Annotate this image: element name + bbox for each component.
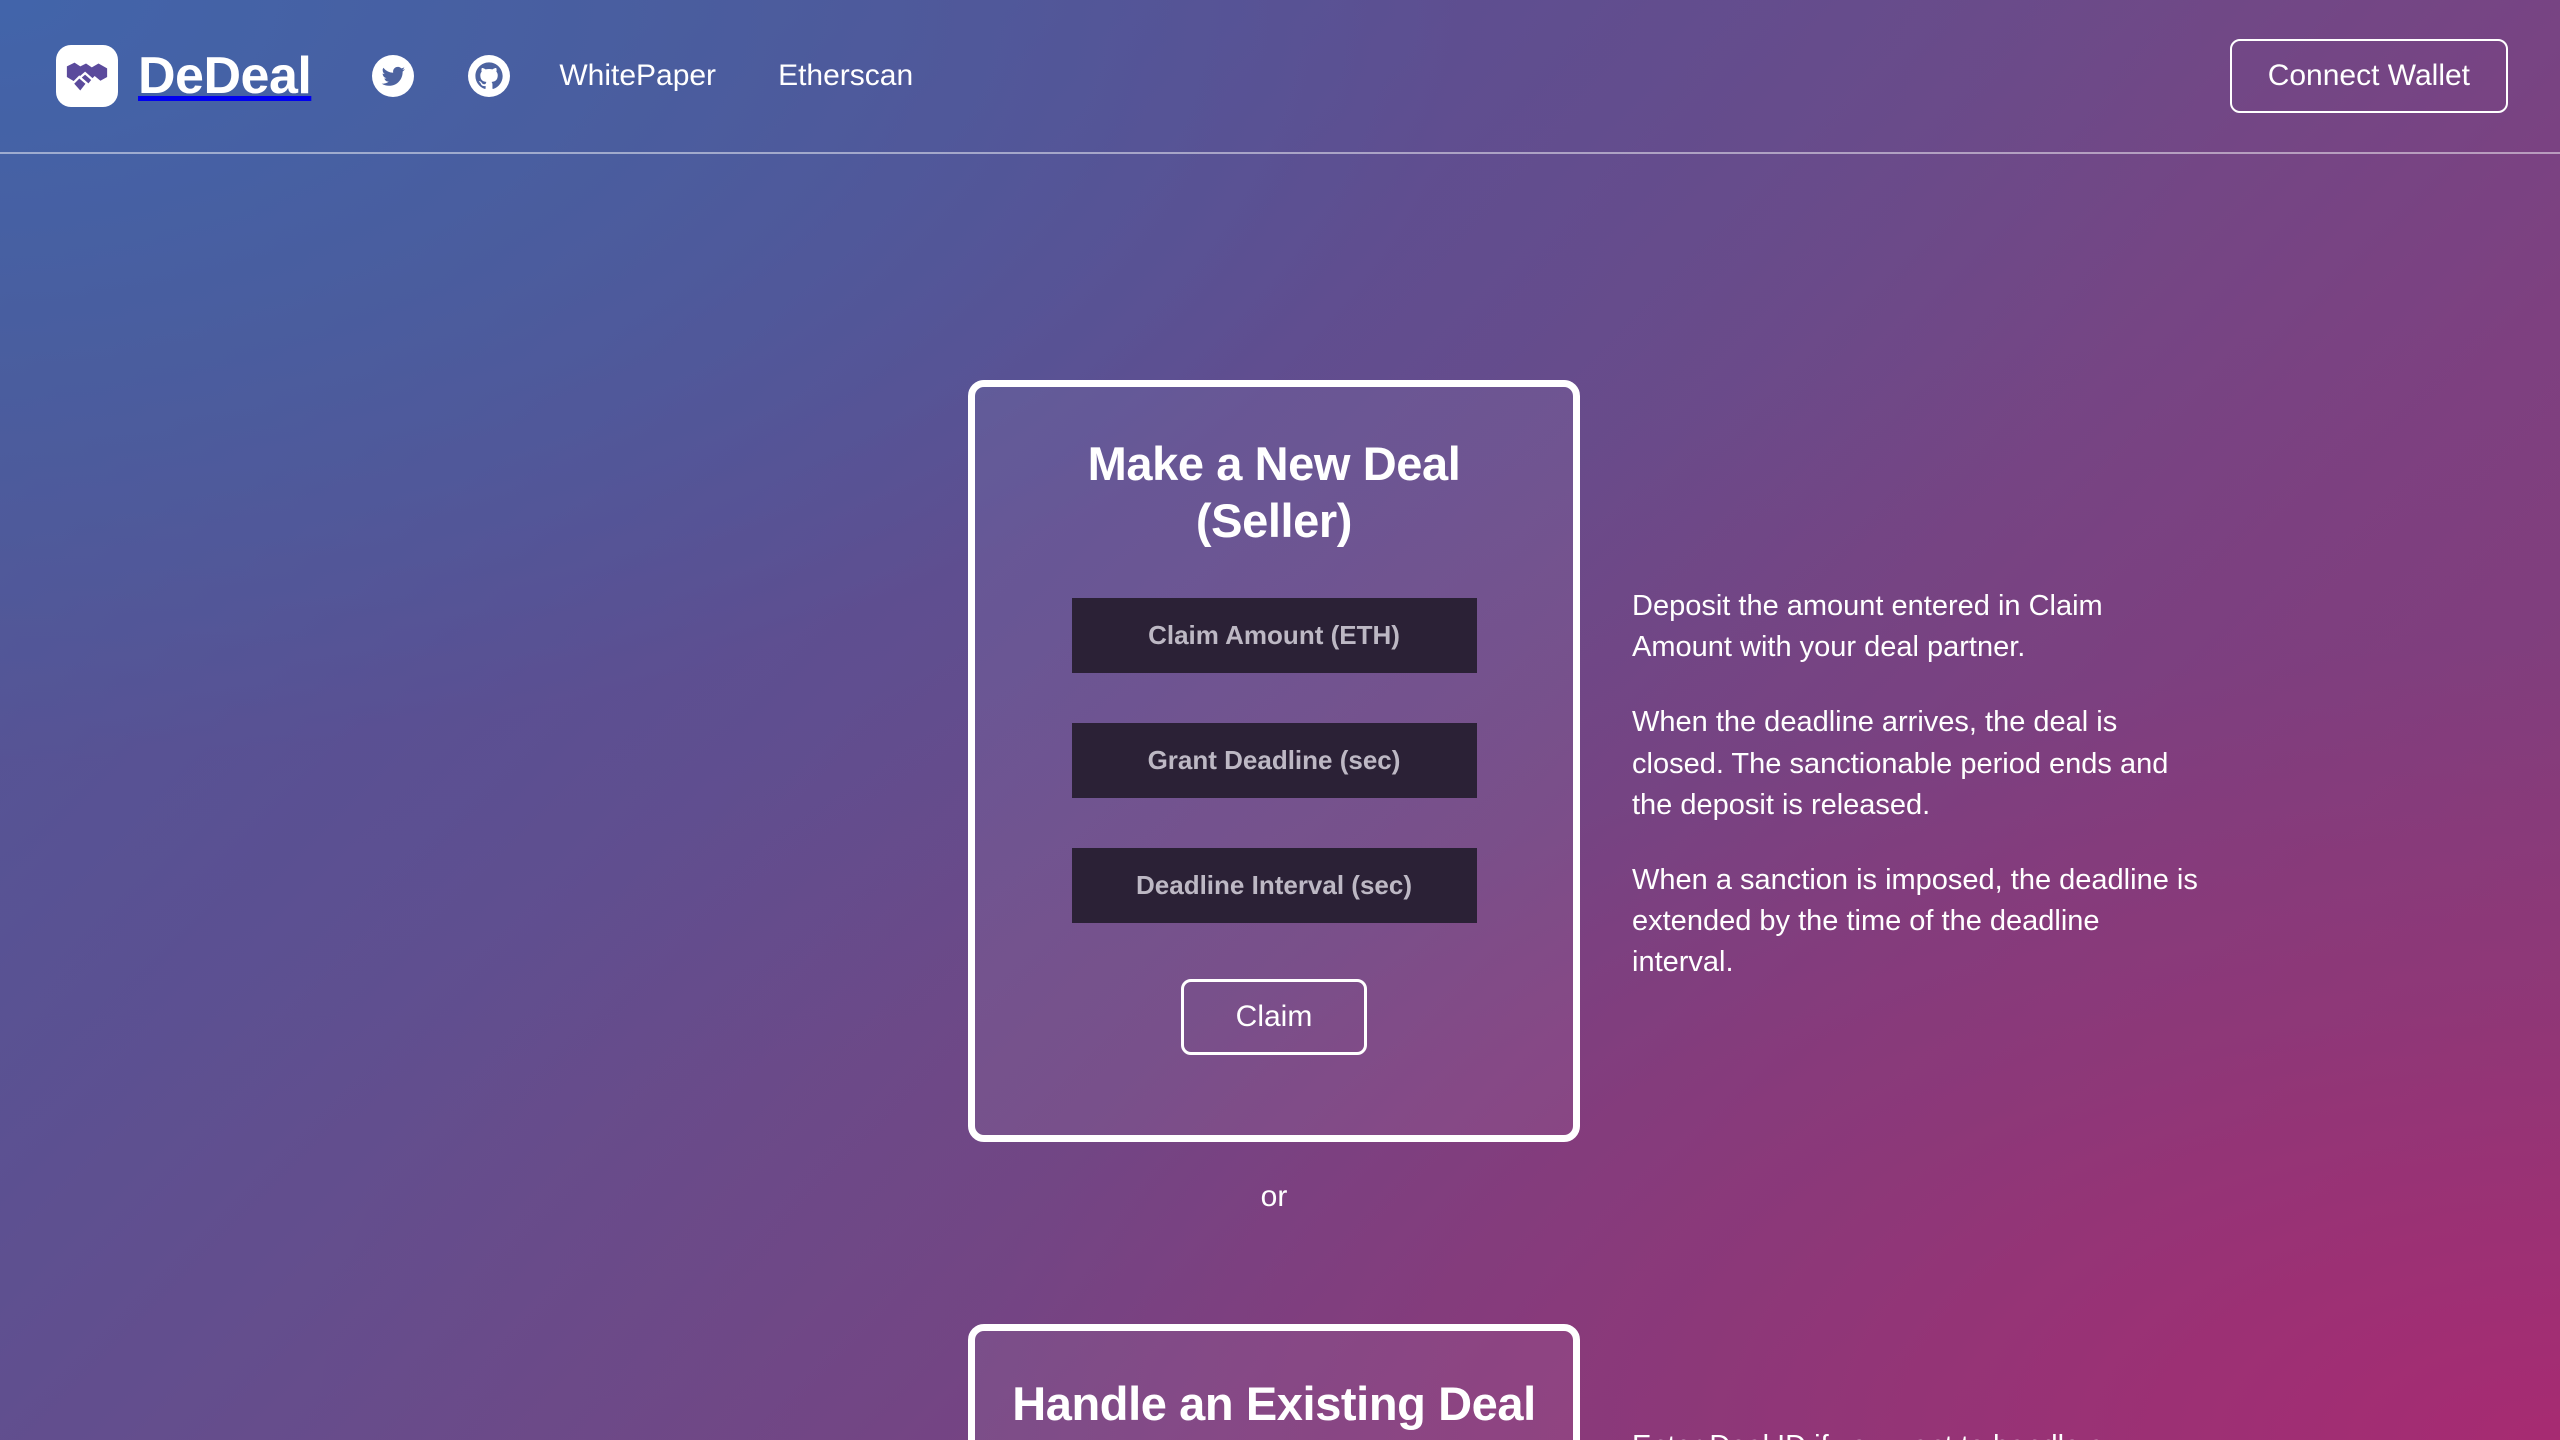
brand-logo-link[interactable]: DeDeal (56, 45, 312, 107)
new-deal-description-p1: Deposit the amount entered in Claim Amou… (1632, 590, 2103, 664)
new-deal-description-p2: When the deadline arrives, the deal is c… (1632, 706, 2169, 821)
claim-button[interactable]: Claim (1180, 978, 1368, 1055)
github-icon[interactable] (467, 54, 511, 98)
brand-name: DeDeal (138, 47, 312, 105)
new-deal-title-line2: (Seller) (1195, 494, 1353, 548)
claim-amount-input[interactable] (1071, 597, 1477, 673)
handshake-icon (56, 45, 118, 107)
new-deal-description: Deposit the amount entered in Claim Amou… (1632, 586, 2200, 983)
existing-deal-card: Handle an Existing Deal (968, 1324, 1580, 1440)
existing-deal-description: Enter Deal ID if you want to handle a ex… (1632, 1426, 2200, 1440)
new-deal-card: Make a New Deal (Seller) Claim (968, 380, 1580, 1142)
main-nav: WhitePaper Etherscan (559, 59, 913, 93)
nav-link-whitepaper[interactable]: WhitePaper (559, 59, 716, 93)
new-deal-description-p3: When a sanction is imposed, the deadline… (1632, 863, 2198, 979)
social-links (371, 54, 511, 98)
or-divider-label: or (1260, 1180, 1288, 1213)
app-root: DeDeal WhitePaper Etherscan Connect Wall… (0, 0, 2560, 1440)
grant-deadline-input[interactable] (1071, 722, 1477, 798)
nav-link-etherscan[interactable]: Etherscan (778, 59, 913, 93)
existing-deal-description-p1: Enter Deal ID if you want to handle a ex… (1632, 1426, 2200, 1440)
new-deal-section: Make a New Deal (Seller) Claim Deposit t… (0, 154, 2560, 1142)
top-navigation-bar: DeDeal WhitePaper Etherscan Connect Wall… (0, 0, 2560, 154)
new-deal-title: Make a New Deal (Seller) (1088, 435, 1461, 550)
main-content: Make a New Deal (Seller) Claim Deposit t… (0, 154, 2560, 1440)
connect-wallet-button[interactable]: Connect Wallet (2229, 39, 2508, 113)
existing-deal-title: Handle an Existing Deal (1012, 1377, 1536, 1430)
deadline-interval-input[interactable] (1071, 847, 1477, 923)
new-deal-title-line1: Make a New Deal (1087, 437, 1461, 490)
twitter-icon[interactable] (371, 54, 415, 98)
